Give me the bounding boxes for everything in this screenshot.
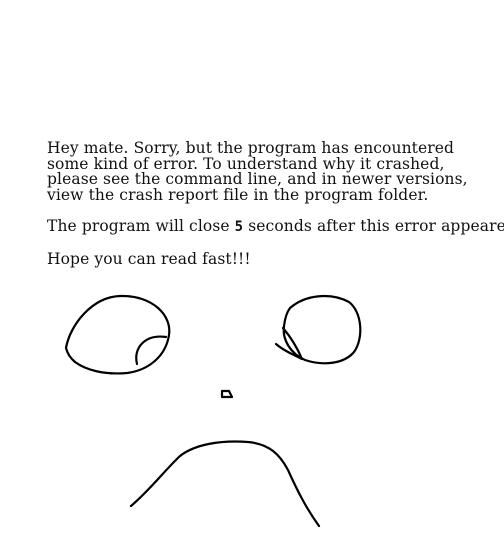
left-eye-icon <box>64 294 171 375</box>
sad-face-drawing <box>64 294 362 528</box>
error-window: { "message": { "line1": "Hey mate. Sorry… <box>0 0 504 550</box>
right-pupil-icon <box>274 326 304 361</box>
frown-mouth-icon <box>129 440 321 528</box>
left-pupil-icon <box>135 335 168 366</box>
nose-icon <box>220 389 234 399</box>
right-eye-icon <box>282 295 362 365</box>
